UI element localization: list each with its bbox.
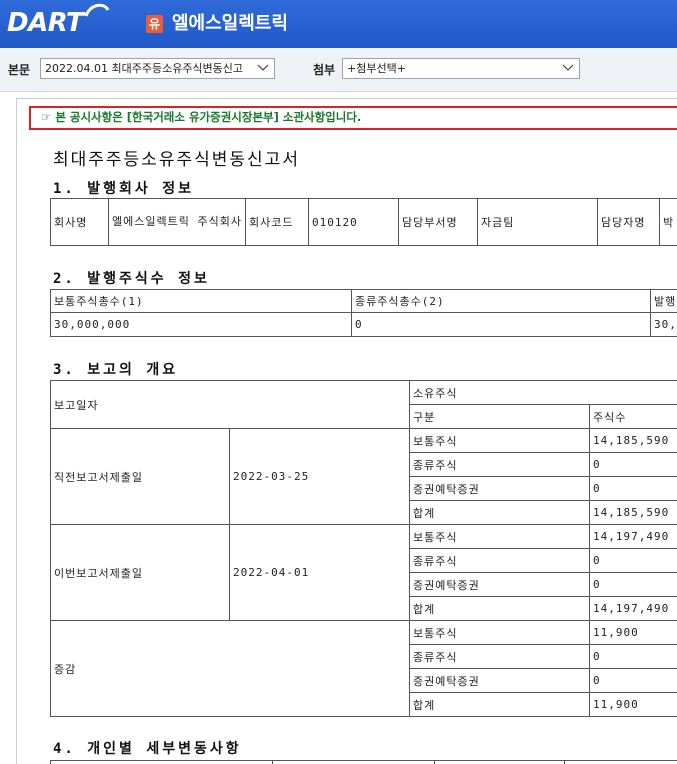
table-cell: 30,000,000 [50,312,352,337]
attachment-select-value: +첨부선택+ [347,62,406,75]
table-cell: 14,197,490 [589,596,677,621]
table-cell: 11,900 [589,692,677,717]
table-cell: 0 [589,476,677,501]
table-cell: 증감 [49,620,411,717]
table-cell: 보통주식 [409,620,591,645]
table-cell: 010120 [308,198,399,246]
company-name: 엘에스일렉트릭 [172,13,288,34]
table-cell: 직전보고서제출일 [50,428,230,525]
table-cell [272,760,435,764]
dart-logo[interactable]: DART [7,7,84,39]
document-title: 최대주주등소유주식변동신고서 [53,150,300,170]
table-cell: 종류주식 [409,452,591,477]
section-2-title: 2. 발행주식수 정보 [53,271,210,287]
table-cell: 11,900 [589,620,677,645]
table-cell: 엘에스일렉트릭 주식회사 [108,198,246,246]
logo-swoosh-icon [84,3,110,17]
individual-changes-table [50,760,677,764]
chevron-down-icon [562,64,574,71]
main-doc-select[interactable]: 2022.04.01 최대주주등소유주식변동신고 [40,58,275,79]
table-header-cell: 보고일자 [49,380,411,429]
table-header-cell: 주식수 [589,404,677,429]
table-cell: 0 [351,312,651,337]
table-row: 이번보고서제출일 2022-04-01 보통주식 14,197,490 [50,524,677,621]
table-cell [434,760,565,764]
table-cell: 14,197,490 [589,524,677,549]
table-cell: 증권예탁증권 [409,572,591,597]
section-4-title: 4. 개인별 세부변동사항 [53,741,242,757]
table-header-cell: 구분 [409,404,591,429]
table-cell: 보통주식 [409,524,591,549]
table-header-cell: 보통주식총수(1) [50,289,352,313]
table-header-cell: 소유주식 [409,380,677,405]
table-cell: 회사명 [50,198,109,246]
table-cell: 증권예탁증권 [409,476,591,501]
table-cell: 종류주식 [409,644,591,669]
chevron-down-icon [257,63,269,73]
table-cell: 담당자명 [597,198,660,246]
table-cell: 이번보고서제출일 [50,524,230,621]
table-cell: 합계 [409,500,591,525]
table-cell: 0 [589,668,677,693]
attachment-select[interactable]: +첨부선택+ [342,58,580,79]
section-1-title: 1. 발행회사 정보 [53,181,194,197]
table-cell: 0 [589,452,677,477]
main-doc-label: 본문 [8,63,31,77]
table-cell: 보통주식 [409,428,591,453]
table-cell: 30,0 [650,312,677,337]
table-cell: 2022-03-25 [228,428,411,525]
issuer-info-table: 회사명 엘에스일렉트릭 주식회사 회사코드 010120 담당부서명 자금팀 담… [50,198,677,246]
table-cell: 0 [589,548,677,573]
table-cell: 증권예탁증권 [409,668,591,693]
table-cell: 회사코드 [245,198,309,246]
table-cell: 0 [589,644,677,669]
table-row: 직전보고서제출일 2022-03-25 보통주식 14,185,590 [50,428,677,525]
section-3-title: 3. 보고의 개요 [53,362,179,378]
table-cell [50,760,273,764]
table-cell: 박 [659,198,677,246]
report-overview-table: 보고일자 소유주식 구분 주식수 직전보고서제출일 2022-03-25 보통주… [49,380,677,717]
table-header-cell: 발행 [650,289,677,313]
market-badge: 유 [146,15,163,33]
top-header: DART 유 엘에스일렉트릭 [0,0,677,48]
table-cell: 14,185,590 [589,500,677,525]
table-cell: 0 [589,572,677,597]
table-cell: 자금팀 [477,198,598,246]
table-cell: 합계 [409,692,591,717]
document-select-bar: 본문 2022.04.01 최대주주등소유주식변동신고 첨부 +첨부선택+ [0,48,677,92]
table-cell: 담당부서명 [398,198,478,246]
issued-shares-table: 보통주식총수(1) 종류주식총수(2) 발행 30,000,000 0 30,0 [50,289,677,337]
notice-banner: ☞ 본 공시사항은 [한국거래소 유가증권시장본부] 소관사항입니다. [29,106,677,130]
table-cell: 종류주식 [409,548,591,573]
attachment-label: 첨부 [313,63,336,77]
main-doc-select-value: 2022.04.01 최대주주등소유주식변동신고 [45,62,244,75]
table-cell: 14,185,590 [589,428,677,453]
document-viewer: ☞ 본 공시사항은 [한국거래소 유가증권시장본부] 소관사항입니다. 최대주주… [16,98,677,764]
table-cell: 합계 [409,596,591,621]
table-cell: 2022-04-01 [228,524,411,621]
table-cell [564,760,677,764]
table-row: 증감 보통주식 11,900 [49,620,677,717]
table-header-cell: 종류주식총수(2) [351,289,651,313]
